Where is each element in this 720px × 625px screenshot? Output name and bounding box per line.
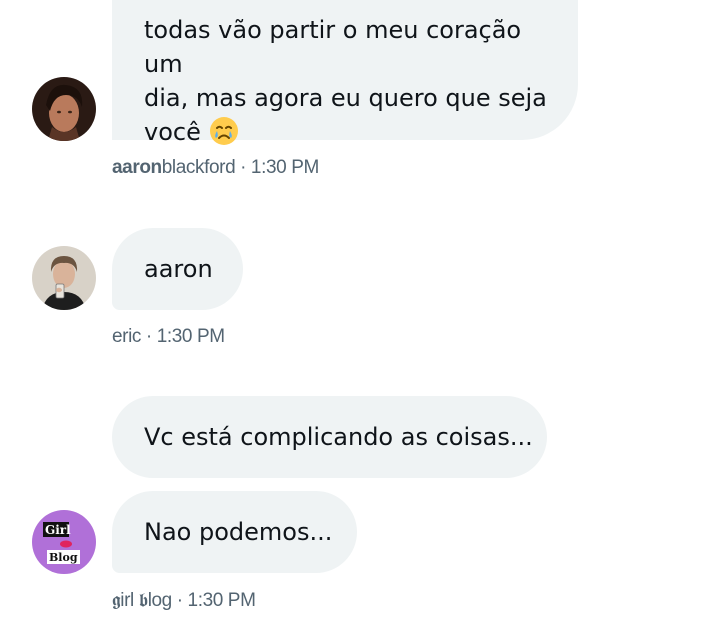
message-bubble-aaron[interactable]: todas vão partir o meu coração um dia, m… bbox=[112, 0, 578, 146]
dm-conversation: todas vão partir o meu coração um dia, m… bbox=[0, 0, 720, 625]
message-text-line: dia, mas agora eu quero que seja bbox=[144, 84, 547, 112]
sender-username[interactable]: eric bbox=[112, 326, 141, 347]
message-text: Vc está complicando as coisas... bbox=[144, 423, 533, 451]
eric-avatar-icon bbox=[32, 246, 96, 310]
message-text: Nao podemos... bbox=[144, 518, 333, 546]
timestamp: · 1:30 PM bbox=[171, 590, 256, 611]
message-meta-girl-blog: 𝖌irl 𝖇log · 1:30 PM bbox=[112, 590, 256, 612]
aaron-avatar-icon bbox=[32, 77, 96, 141]
girl-blog-avatar-icon: Girl Blog bbox=[32, 510, 96, 574]
timestamp: · 1:30 PM bbox=[141, 326, 225, 347]
message-text: aaron bbox=[144, 255, 213, 283]
message-bubble-girl-blog[interactable]: Nao podemos... bbox=[112, 491, 357, 573]
message-text-word: você bbox=[144, 118, 201, 146]
crying-face-emoji-icon bbox=[209, 117, 238, 145]
avatar[interactable] bbox=[32, 246, 96, 310]
sender-username-bold[interactable]: aaron bbox=[112, 157, 162, 178]
message-bubble-girl-blog[interactable]: Vc está complicando as coisas... bbox=[112, 396, 547, 478]
avatar[interactable] bbox=[32, 77, 96, 141]
message-meta-eric: eric · 1:30 PM bbox=[112, 326, 225, 348]
timestamp: · 1:30 PM bbox=[235, 157, 319, 178]
girl-avatar-text-top: Girl bbox=[45, 523, 71, 537]
message-text-line: todas vão partir o meu coração um bbox=[144, 16, 522, 78]
sender-username[interactable]: 𝖌irl 𝖇log bbox=[112, 590, 172, 611]
message-meta-aaron: aaronblackford · 1:30 PM bbox=[112, 157, 319, 179]
sender-username-rest[interactable]: blackford bbox=[162, 157, 236, 178]
girl-avatar-text-bottom: Blog bbox=[49, 551, 78, 564]
message-text-line: você bbox=[144, 115, 558, 149]
avatar[interactable]: Girl Blog bbox=[32, 510, 96, 574]
message-bubble-eric[interactable]: aaron bbox=[112, 228, 243, 310]
